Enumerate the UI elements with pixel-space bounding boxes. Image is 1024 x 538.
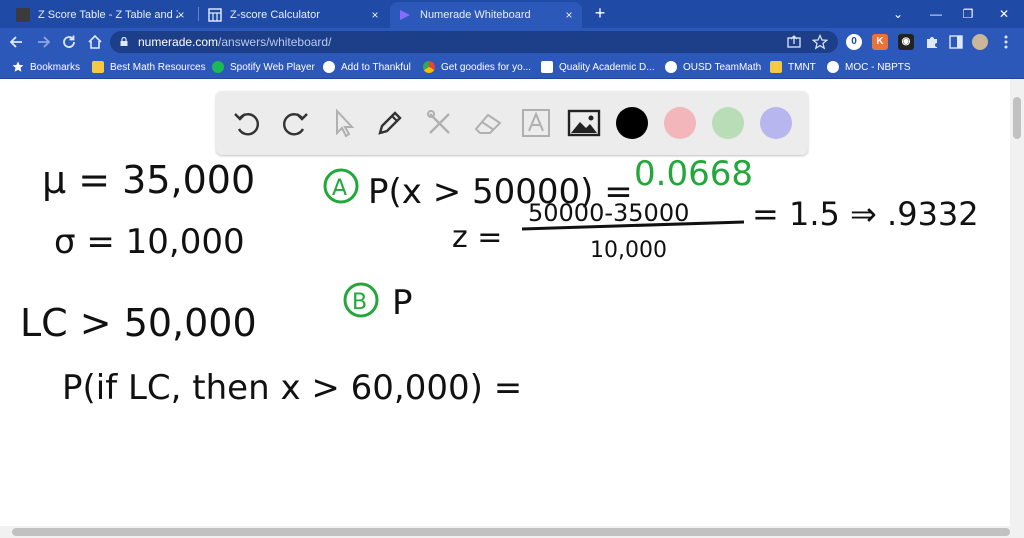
lc-condition-text: LC > 50,000	[20, 301, 257, 345]
globe-icon	[323, 61, 335, 73]
bookmark-label: Best Math Resources	[110, 61, 206, 73]
back-arrow-icon[interactable]	[8, 33, 26, 51]
scrollbar-thumb[interactable]	[12, 528, 1010, 536]
bookmark-label: Add to Thankful	[341, 61, 411, 73]
bookmarks-bar: Bookmarks Best Math Resources Spotify We…	[0, 56, 1024, 79]
bookmark-label: Quality Academic D...	[559, 61, 655, 73]
side-panel-icon[interactable]	[948, 34, 964, 50]
url-path: /answers/whiteboard/	[218, 35, 332, 49]
bookmark-label: TMNT	[788, 61, 816, 73]
extension-camera-icon[interactable]: ◉	[898, 34, 914, 50]
bookmark-label: MOC - NBPTS	[845, 61, 911, 73]
new-tab-button[interactable]: +	[590, 3, 610, 23]
restore-button[interactable]: ❐	[958, 4, 978, 24]
tab-strip: Z Score Table - Z Table and Z score × Z-…	[0, 0, 1024, 28]
mu-value-text: μ = 35,000	[42, 158, 255, 202]
tab-close-icon[interactable]: ×	[562, 8, 576, 22]
doc-icon	[541, 61, 553, 73]
horizontal-scrollbar[interactable]	[0, 526, 1024, 538]
extension-k-icon[interactable]: K	[872, 34, 888, 50]
scrollbar-thumb[interactable]	[1013, 97, 1021, 139]
sigma-value-text: σ = 10,000	[54, 222, 245, 262]
minimize-button[interactable]: —	[926, 4, 946, 24]
z-numerator-text: 50000-35000	[528, 199, 689, 227]
bookmark-label: Get goodies for yo...	[441, 61, 532, 73]
bookmark-star-icon[interactable]	[811, 34, 829, 50]
tab-z-score-calculator[interactable]: Z-score Calculator ×	[200, 2, 388, 28]
bookmark-item[interactable]: Best Math Resources	[92, 59, 206, 75]
forward-arrow-icon[interactable]	[34, 33, 52, 51]
part-b-question-text: P	[392, 283, 413, 323]
bookmark-item[interactable]: Spotify Web Player	[212, 59, 315, 75]
tab-title: Z-score Calculator	[230, 9, 320, 21]
home-icon[interactable]	[86, 33, 104, 51]
bookmark-item[interactable]: Get goodies for yo...	[423, 59, 531, 75]
z-result-text: = 1.5 ⇒ .9332	[752, 195, 979, 233]
menu-kebab-icon[interactable]	[998, 34, 1014, 50]
whiteboard-canvas[interactable]: μ = 35,000 σ = 10,000 LC > 50,000 P(if L…	[0, 79, 1024, 538]
part-a-answer-text: 0.0668	[634, 154, 753, 194]
spotify-icon	[212, 61, 224, 73]
z-table-favicon	[16, 8, 30, 22]
tab-search-icon[interactable]: ⌄	[888, 4, 908, 24]
tab-separator	[198, 7, 199, 21]
tab-title: Numerade Whiteboard	[420, 9, 531, 21]
bookmark-item[interactable]: Add to Thankful	[323, 59, 411, 75]
bookmark-item[interactable]: MOC - NBPTS	[827, 59, 911, 75]
bookmark-label: Bookmarks	[30, 61, 81, 73]
star-icon	[12, 61, 24, 72]
close-window-button[interactable]: ✕	[994, 4, 1014, 24]
vertical-scrollbar[interactable]	[1010, 79, 1024, 526]
part-a-marker: A	[332, 176, 347, 201]
extensions-puzzle-icon[interactable]	[924, 34, 940, 50]
tab-close-icon[interactable]: ×	[174, 8, 188, 22]
tab-numerade-whiteboard[interactable]: Numerade Whiteboard ×	[390, 2, 582, 28]
conditional-probability-text: P(if LC, then x > 60,000) =	[62, 368, 522, 408]
handwriting-layer: μ = 35,000 σ = 10,000 LC > 50,000 P(if L…	[20, 154, 979, 408]
browser-toolbar: numerade.com/answers/whiteboard/ 0 K ◉	[0, 28, 1024, 56]
tab-z-score-table[interactable]: Z Score Table - Z Table and Z score ×	[8, 2, 194, 28]
tab-title: Z Score Table - Z Table and Z score	[38, 9, 178, 21]
extension-one-icon[interactable]: 0	[846, 34, 862, 50]
folder-icon	[92, 61, 104, 73]
bookmark-label: OUSD TeamMath	[683, 61, 762, 73]
folder-icon	[770, 61, 782, 73]
reload-icon[interactable]	[60, 33, 78, 51]
wordpress-icon	[827, 61, 839, 73]
avatar[interactable]	[972, 34, 988, 50]
numerade-icon	[398, 8, 412, 22]
bookmark-item[interactable]: Bookmarks	[12, 59, 80, 75]
z-label-text: z =	[452, 220, 502, 255]
part-b-marker: B	[352, 290, 367, 315]
z-denominator-text: 10,000	[590, 238, 667, 263]
bookmark-item[interactable]: OUSD TeamMath	[665, 59, 761, 75]
url-domain: numerade.com	[138, 35, 219, 49]
url-text: numerade.com/answers/whiteboard/	[138, 35, 331, 49]
globe-icon	[665, 61, 677, 73]
bookmark-item[interactable]: TMNT	[770, 59, 816, 75]
bookmark-item[interactable]: Quality Academic D...	[541, 59, 655, 75]
chrome-icon	[423, 61, 435, 73]
tab-close-icon[interactable]: ×	[368, 8, 382, 22]
lock-icon	[120, 37, 128, 46]
share-icon[interactable]	[786, 34, 802, 50]
calculator-icon	[208, 8, 222, 22]
bookmark-label: Spotify Web Player	[230, 61, 315, 73]
address-bar[interactable]: numerade.com/answers/whiteboard/	[110, 31, 838, 53]
